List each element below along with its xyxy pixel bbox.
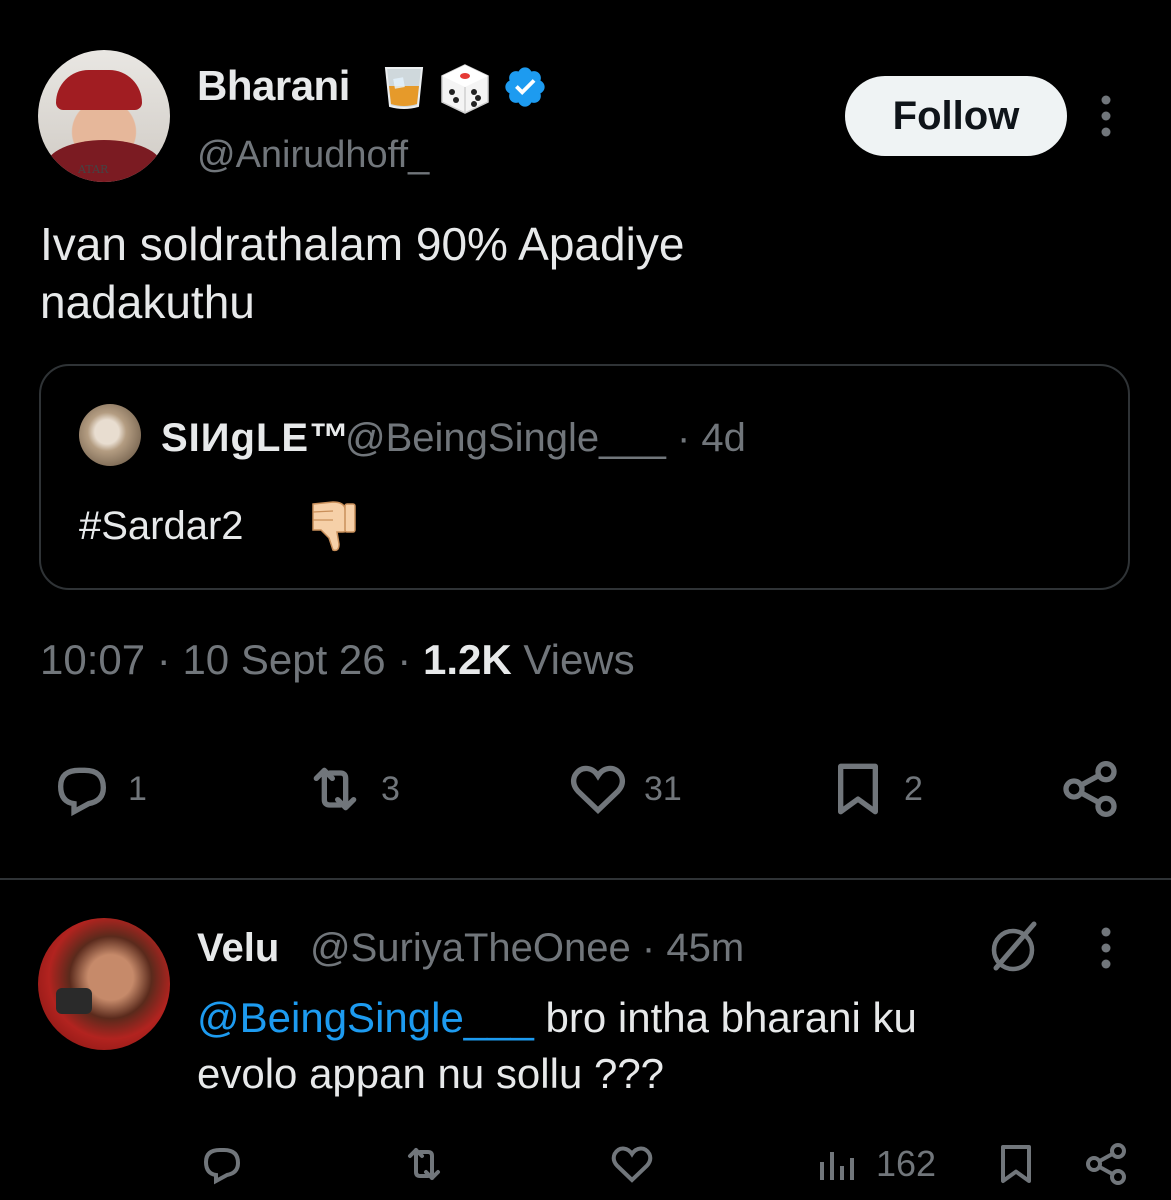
more-vertical-icon[interactable] [1096, 926, 1116, 970]
tweet-detail-page: ATAR Bharani @Anirudhoff_ Follow Ivan so… [0, 0, 1171, 1200]
meta-separator: · [397, 636, 412, 683]
heart-icon [570, 765, 626, 815]
bookmark-icon [1001, 1145, 1031, 1183]
avatar-cap [56, 70, 142, 110]
reply-share-button[interactable] [1082, 1140, 1130, 1188]
reply-like-button[interactable] [608, 1140, 656, 1188]
quoted-tweet-hashtag[interactable]: #Sardar2 [79, 504, 244, 549]
tweet-text: Ivan soldrathalam 90% Apadiye nadakuthu [40, 215, 1130, 331]
reply-text-part-1: bro intha bharani ku [533, 994, 917, 1041]
avatar-gun [56, 988, 92, 1014]
quoted-tweet-card[interactable]: SIИɡLE™ @BeingSingle___ · 4d #Sardar2 [39, 364, 1130, 590]
quoted-author-meta: @BeingSingle___ · 4d [345, 416, 746, 461]
meta-separator: · [156, 636, 171, 683]
reply-reply-button[interactable] [198, 1140, 246, 1188]
repost-button[interactable]: 3 [303, 757, 400, 821]
views-count: 1.2K [422, 636, 512, 683]
reply-author-name[interactable]: Velu [197, 926, 279, 971]
quoted-tweet-age: · 4d [676, 416, 746, 460]
tweet-time[interactable]: 10:07 [40, 636, 145, 683]
quoted-author-name[interactable]: SIИɡLE™ [161, 416, 350, 461]
quoted-author-avatar[interactable] [79, 404, 141, 466]
reply-count: 1 [128, 769, 147, 808]
quoted-author-handle[interactable]: @BeingSingle___ [345, 416, 666, 460]
reply-text-line-2: evolo appan nu sollu ??? [197, 1050, 665, 1097]
heart-icon [611, 1146, 653, 1183]
thumbs-down-emoji-icon [312, 501, 356, 552]
like-count: 31 [644, 769, 682, 808]
verified-badge-icon [505, 67, 545, 107]
reply-author-handle[interactable]: @SuriyaTheOnee [310, 926, 631, 970]
reply-icon [203, 1148, 241, 1185]
avatar-caption: ATAR [78, 163, 109, 176]
tumbler-glass-emoji-icon [384, 67, 424, 109]
like-button[interactable]: 31 [566, 757, 682, 821]
reply-icon [57, 767, 107, 817]
reply-bookmark-button[interactable] [992, 1140, 1040, 1188]
author-name[interactable]: Bharani [197, 62, 350, 110]
tweet-text-line-1: Ivan soldrathalam 90% Apadiye [40, 218, 685, 270]
bookmark-button[interactable]: 2 [826, 757, 923, 821]
views-label: Views [523, 636, 635, 683]
analytics-icon [820, 1152, 854, 1180]
dice-emoji-icon [441, 64, 489, 114]
follow-button[interactable]: Follow [845, 76, 1067, 156]
repost-icon [313, 767, 357, 811]
grok-icon[interactable] [984, 918, 1042, 976]
bookmark-icon [838, 763, 878, 815]
reply-author-avatar[interactable] [38, 918, 170, 1050]
author-handle[interactable]: @Anirudhoff_ [197, 134, 429, 177]
repost-count: 3 [381, 769, 400, 808]
reply-author-meta: @SuriyaTheOnee · 45m [310, 926, 744, 971]
share-button[interactable] [1058, 757, 1122, 821]
tweet-date[interactable]: 10 Sept 26 [182, 636, 385, 683]
section-divider [0, 878, 1171, 880]
reply-repost-button[interactable] [400, 1140, 448, 1188]
reply-views-count: 162 [876, 1143, 937, 1184]
tweet-text-line-2: nadakuthu [40, 276, 255, 328]
share-icon [1063, 761, 1117, 817]
tweet-meta: 10:07 · 10 Sept 26 · 1.2K Views [40, 636, 635, 684]
author-avatar[interactable]: ATAR [38, 50, 170, 182]
repost-icon [408, 1148, 440, 1180]
reply-mention[interactable]: @BeingSingle___ [197, 994, 534, 1041]
bookmark-count: 2 [904, 769, 923, 808]
reply-views-button[interactable]: 162 [814, 1140, 936, 1188]
reply-text-line-1: @BeingSingle___ bro intha bharani ku [197, 990, 1097, 1046]
reply-age: · 45m [641, 926, 745, 970]
reply-text: @BeingSingle___ bro intha bharani ku evo… [197, 990, 1097, 1102]
more-vertical-icon[interactable] [1096, 94, 1116, 138]
share-icon [1086, 1143, 1126, 1185]
reply-button[interactable]: 1 [50, 757, 147, 821]
